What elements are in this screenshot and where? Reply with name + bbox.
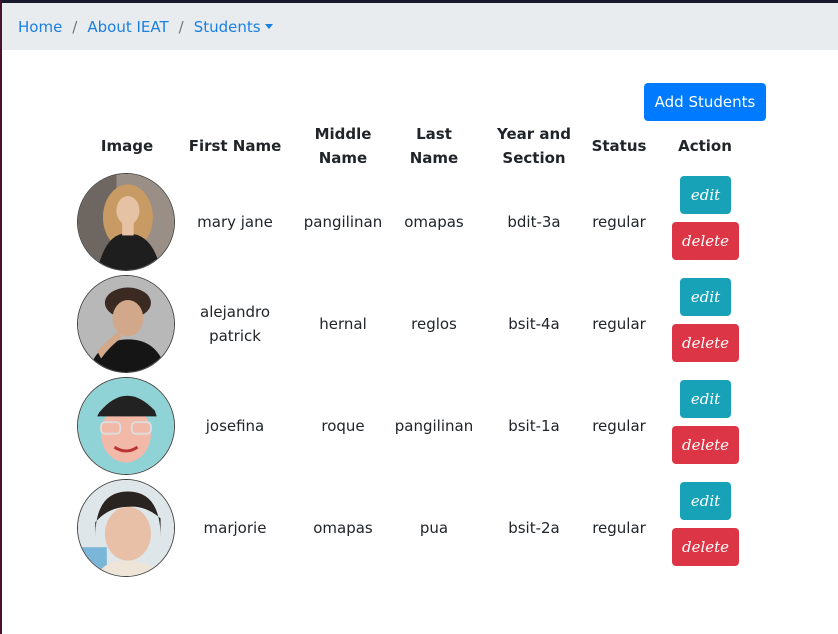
cell-status: regular	[592, 519, 646, 537]
cell-middle-name: omapas	[313, 519, 373, 537]
header-middle-name: Middle Name	[314, 125, 372, 167]
cell-last-name: omapas	[404, 213, 464, 231]
edit-button[interactable]: edit	[680, 176, 731, 214]
cell-year-section: bsit-2a	[508, 519, 560, 537]
header-year-section: Year and Section	[497, 125, 571, 167]
students-dropdown-toggle[interactable]: Students	[194, 18, 273, 36]
cell-last-name: reglos	[411, 315, 457, 333]
cell-status: regular	[592, 417, 646, 435]
caret-down-icon	[264, 23, 273, 29]
add-students-button[interactable]: Add Students	[644, 83, 766, 121]
cell-first-name: marjorie	[203, 519, 267, 537]
cell-first-name: josefina	[205, 417, 265, 435]
delete-button[interactable]: delete	[672, 222, 739, 260]
student-avatar	[77, 275, 175, 373]
cell-year-section: bsit-4a	[508, 315, 560, 333]
cell-middle-name: roque	[321, 417, 365, 435]
breadcrumb-separator: /	[178, 17, 184, 36]
cell-status: regular	[592, 315, 646, 333]
cell-middle-name: hernal	[319, 315, 367, 333]
breadcrumb-home-link[interactable]: Home	[18, 18, 62, 36]
cell-last-name: pangilinan	[394, 417, 474, 435]
header-action: Action	[678, 137, 732, 155]
edit-button[interactable]: edit	[680, 278, 731, 316]
header-status: Status	[591, 137, 647, 155]
cell-first-name: alejandro patrick	[200, 303, 270, 345]
breadcrumb-about-link[interactable]: About IEAT	[87, 18, 168, 36]
student-avatar	[77, 173, 175, 271]
students-dropdown-label: Students	[193, 17, 261, 36]
student-avatar	[77, 479, 175, 577]
breadcrumb-separator: /	[72, 17, 78, 36]
delete-button[interactable]: delete	[672, 324, 739, 362]
student-avatar	[77, 377, 175, 475]
header-image: Image	[100, 137, 154, 155]
edit-button[interactable]: edit	[680, 380, 731, 418]
header-last-name: Last Name	[409, 125, 459, 167]
window-left-border	[0, 0, 2, 634]
cell-year-section: bsit-1a	[508, 417, 560, 435]
header-first-name: First Name	[188, 137, 282, 155]
cell-year-section: bdit-3a	[507, 213, 561, 231]
delete-button[interactable]: delete	[672, 528, 739, 566]
cell-middle-name: pangilinan	[303, 213, 383, 231]
edit-button[interactable]: edit	[680, 482, 731, 520]
cell-last-name: pua	[419, 519, 449, 537]
cell-status: regular	[592, 213, 646, 231]
breadcrumb: Home / About IEAT / Students	[2, 3, 838, 50]
cell-first-name: mary jane	[197, 213, 273, 231]
delete-button[interactable]: delete	[672, 426, 739, 464]
